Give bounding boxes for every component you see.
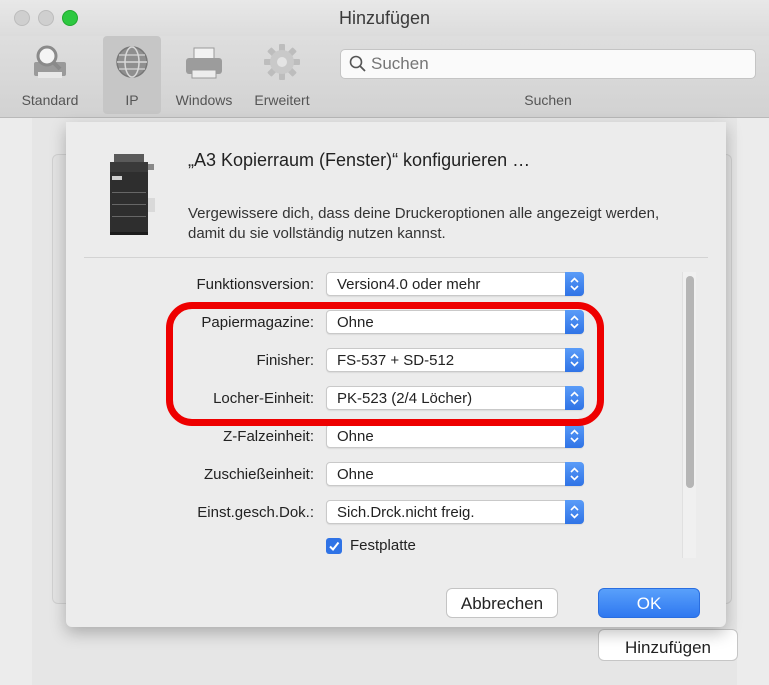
copier-icon	[110, 154, 155, 235]
option-row-einst-gesch-dok: Einst.gesch.Dok.: Sich.Drck.nicht freig.	[66, 500, 706, 526]
toolbar-item-windows[interactable]: Windows	[164, 36, 244, 114]
scrollbar-thumb[interactable]	[686, 276, 694, 488]
select-value: Ohne	[337, 466, 374, 483]
festplatte-label: Festplatte	[350, 537, 416, 554]
option-row-z-falzeinheit: Z-Falzeinheit: Ohne	[66, 424, 706, 450]
checkmark-icon	[329, 541, 340, 552]
add-printer-window: Hinzufügen Standard IP Windows Erweitert…	[0, 0, 769, 685]
einst-gesch-dok-select[interactable]: Sich.Drck.nicht freig.	[326, 500, 584, 524]
toolbar-item-standard[interactable]: Standard	[0, 36, 100, 114]
chevron-updown-icon	[565, 272, 584, 296]
search-field[interactable]	[340, 49, 756, 79]
gear-icon	[264, 44, 300, 80]
toolbar-label-ip: IP	[125, 92, 139, 108]
zuschiesseinheit-select[interactable]: Ohne	[326, 462, 584, 486]
select-value: Ohne	[337, 428, 374, 445]
ok-button[interactable]: OK	[598, 588, 700, 618]
toolbar-label-erweitert: Erweitert	[254, 92, 310, 108]
option-label: Z-Falzeinheit:	[223, 428, 314, 445]
select-value: Version4.0 oder mehr	[337, 276, 481, 293]
toolbar-item-erweitert[interactable]: Erweitert	[244, 36, 320, 114]
printer-icon	[186, 47, 222, 79]
search-input[interactable]	[371, 52, 741, 76]
divider	[84, 257, 708, 258]
option-row-zuschiesseinheit: Zuschießeinheit: Ohne	[66, 462, 706, 488]
add-button[interactable]: Hinzufügen	[598, 629, 738, 661]
festplatte-checkbox[interactable]	[326, 538, 342, 554]
window-title: Hinzufügen	[338, 8, 431, 28]
chevron-updown-icon	[565, 462, 584, 486]
option-label: Zuschießeinheit:	[203, 466, 314, 483]
chevron-updown-icon	[565, 500, 584, 524]
toolbar-label-windows: Windows	[175, 92, 233, 108]
option-label: Einst.gesch.Dok.:	[197, 504, 314, 521]
select-value: Sich.Drck.nicht freig.	[337, 504, 475, 521]
title-bar: Hinzufügen	[0, 0, 769, 36]
search-caption: Suchen	[524, 92, 572, 108]
funktionsversion-select[interactable]: Version4.0 oder mehr	[326, 272, 584, 296]
globe-icon	[116, 46, 148, 78]
sheet-description: Vergewissere dich, dass deine Druckeropt…	[188, 205, 660, 242]
z-falzeinheit-select[interactable]: Ohne	[326, 424, 584, 448]
toolbar: Standard IP Windows Erweitert Suchen Suc…	[0, 36, 769, 118]
options-scrollbar[interactable]	[682, 272, 696, 558]
option-row-funktionsversion: Funktionsversion: Version4.0 oder mehr	[66, 272, 706, 298]
magnifier-printer-icon	[34, 45, 66, 78]
cancel-button[interactable]: Abbrechen	[446, 588, 558, 618]
highlight-annotation	[166, 302, 604, 426]
search-icon	[349, 55, 366, 72]
option-label: Funktionsversion:	[196, 276, 314, 293]
chevron-updown-icon	[565, 424, 584, 448]
toolbar-item-ip[interactable]: IP	[103, 36, 161, 114]
sheet-title: „A3 Kopierraum (Fenster)“ konfigurieren …	[188, 150, 531, 170]
toolbar-label-standard: Standard	[21, 92, 79, 108]
